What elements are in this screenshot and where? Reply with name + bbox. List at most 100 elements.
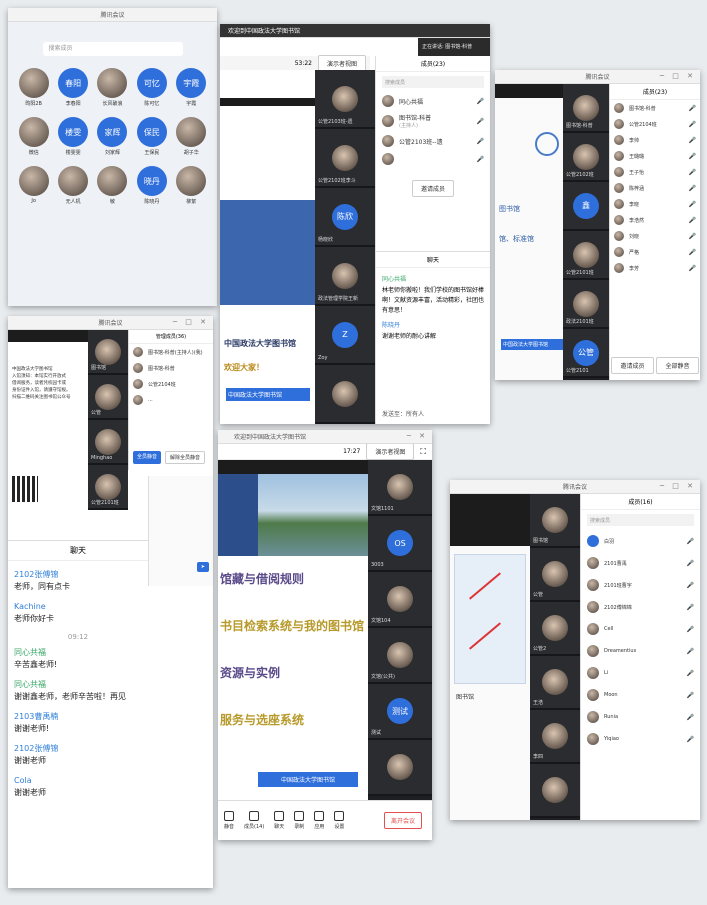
video-tile[interactable]: 王浩 <box>530 656 580 710</box>
settings-button[interactable]: 设置 <box>334 811 344 830</box>
member-cell[interactable]: 可忆 陈可忆 <box>132 68 171 107</box>
video-tile[interactable]: 图书馆 <box>530 494 580 548</box>
member-cell[interactable]: Jo <box>14 166 53 205</box>
mic-icon[interactable]: 🎤 <box>689 201 696 208</box>
video-tile[interactable]: 公管2101班 <box>563 231 609 280</box>
search-input[interactable]: 搜索成员 <box>382 76 484 88</box>
apps-button[interactable]: 应用 <box>314 811 324 830</box>
video-tile[interactable]: 政法管理学院王新 <box>315 247 375 306</box>
mic-icon[interactable]: 🎤 <box>689 105 696 112</box>
mic-icon[interactable]: 🎤 <box>687 714 694 721</box>
view-toggle-button[interactable]: 演示者视图 <box>317 54 366 72</box>
mute-all-button[interactable]: 全部静音 <box>656 357 699 374</box>
video-tile[interactable]: 公管2101班 <box>88 465 128 510</box>
member-row[interactable]: Cell 🎤 <box>581 618 700 640</box>
mic-icon[interactable]: 🎤 <box>689 185 696 192</box>
mic-icon[interactable]: 🎤 <box>689 169 696 176</box>
member-row[interactable]: 陈梓涵 🎤 <box>610 180 700 196</box>
invite-button[interactable]: 邀请成员 <box>611 357 654 374</box>
video-tile[interactable]: 公管 公管2101 <box>563 329 609 378</box>
video-tile[interactable]: Z Zoy <box>315 306 375 365</box>
member-row[interactable]: 2102傅锦锦 🎤 <box>581 596 700 618</box>
mic-icon[interactable]: 🎤 <box>687 582 694 589</box>
member-row[interactable]: 严格 🎤 <box>610 244 700 260</box>
video-tile[interactable]: Minghao <box>88 420 128 465</box>
member-cell[interactable]: 微信 <box>14 117 53 156</box>
member-cell[interactable]: 昀阳2B <box>14 68 53 107</box>
video-tile[interactable]: 图书馆-科普 <box>563 84 609 133</box>
member-cell[interactable]: 柳絮 <box>172 166 211 205</box>
video-tile[interactable]: 政法2101班 <box>563 280 609 329</box>
window-controls-icon[interactable]: ─ □ ✕ <box>660 482 696 490</box>
mic-icon[interactable]: 🎤 <box>687 670 694 677</box>
video-tile[interactable]: 公管 <box>88 375 128 420</box>
mic-icon[interactable]: 🎤 <box>477 138 484 145</box>
mute-button[interactable]: 静音 <box>224 811 234 830</box>
video-tile[interactable]: 测试 测试 <box>368 684 432 740</box>
mic-icon[interactable]: 🎤 <box>477 156 484 163</box>
video-tile[interactable] <box>368 740 432 796</box>
video-tile[interactable]: 公管2 <box>530 602 580 656</box>
window-controls-icon[interactable]: ─ □ ✕ <box>660 72 696 80</box>
fullscreen-icon[interactable]: ⛶ <box>420 447 426 457</box>
member-row[interactable]: 李晓 🎤 <box>610 196 700 212</box>
member-row[interactable]: Dreamentius 🎤 <box>581 640 700 662</box>
member-row[interactable]: 图书馆-科普 <box>129 360 213 376</box>
search-input[interactable]: 搜索成员 <box>42 42 183 56</box>
member-row[interactable]: 图书馆-科普(主持人)(我) <box>129 344 213 360</box>
video-tile[interactable] <box>530 764 580 818</box>
member-cell[interactable]: 家辉 刘家辉 <box>93 117 132 156</box>
record-button[interactable]: 录制 <box>294 811 304 830</box>
member-row[interactable]: 2101班曹宇 🎤 <box>581 574 700 596</box>
member-cell[interactable]: 楼雯 楼雯雯 <box>53 117 92 156</box>
member-row[interactable]: 王璐璐 🎤 <box>610 148 700 164</box>
mic-icon[interactable]: 🎤 <box>687 538 694 545</box>
member-cell[interactable]: 保民 王保民 <box>132 117 171 156</box>
window-controls-icon[interactable]: ─ □ ✕ <box>173 318 209 326</box>
mic-icon[interactable]: 🎤 <box>689 121 696 128</box>
mute-all-button[interactable]: 全员静音 <box>133 451 162 464</box>
video-tile[interactable]: 文馆104 <box>368 572 432 628</box>
video-tile[interactable]: 文馆1101 <box>368 460 432 516</box>
video-tile[interactable]: 鑫 <box>563 182 609 231</box>
member-row[interactable]: 同心共福 🎤 <box>376 92 490 110</box>
member-cell[interactable]: 胡子华 <box>172 117 211 156</box>
unmute-all-button[interactable]: 解除全员静音 <box>165 451 206 464</box>
member-cell[interactable]: 春阳 李春阳 <box>53 68 92 107</box>
mic-icon[interactable]: 🎤 <box>687 626 694 633</box>
video-tile[interactable]: 公管 <box>530 548 580 602</box>
video-tile[interactable]: 图书馆 <box>88 330 128 375</box>
member-cell[interactable]: 敏 <box>93 166 132 205</box>
video-tile[interactable]: 公管2102班 <box>563 133 609 182</box>
mic-icon[interactable]: 🎤 <box>689 265 696 272</box>
mic-icon[interactable]: 🎤 <box>477 98 484 105</box>
video-tile[interactable]: 陈欣 杨晓欣 <box>315 188 375 247</box>
member-row[interactable]: 李浩然 🎤 <box>610 212 700 228</box>
member-cell[interactable]: 长风破浪 <box>93 68 132 107</box>
mic-icon[interactable]: 🎤 <box>689 249 696 256</box>
member-cell[interactable]: 无人机 <box>53 166 92 205</box>
video-tile[interactable]: 公管2103班-遗 <box>315 70 375 129</box>
member-row[interactable]: Moon 🎤 <box>581 684 700 706</box>
search-input[interactable]: 搜索成员 <box>587 514 694 526</box>
mic-icon[interactable]: 🎤 <box>689 217 696 224</box>
member-row[interactable]: 图书馆-科普 (主持人) 🎤 <box>376 110 490 132</box>
invite-button[interactable]: 邀请成员 <box>411 180 454 197</box>
member-row[interactable]: 🎤 <box>376 150 490 168</box>
chat-button[interactable]: 聊天 <box>274 811 284 830</box>
mic-icon[interactable]: 🎤 <box>689 153 696 160</box>
member-row[interactable]: 公管2103班--遗 🎤 <box>376 132 490 150</box>
video-tile[interactable]: 李四 <box>530 710 580 764</box>
video-tile[interactable] <box>315 365 375 424</box>
member-row[interactable]: Li 🎤 <box>581 662 700 684</box>
member-cell[interactable]: 晓丹 陈晓丹 <box>132 166 171 205</box>
member-row[interactable]: 公管2104班 🎤 <box>610 116 700 132</box>
members-button[interactable]: 成员(14) <box>244 811 264 830</box>
member-row[interactable]: 2101曹禹 🎤 <box>581 552 700 574</box>
mic-icon[interactable]: 🎤 <box>687 560 694 567</box>
mic-icon[interactable]: 🎤 <box>689 233 696 240</box>
mic-icon[interactable]: 🎤 <box>687 604 694 611</box>
send-button[interactable]: ➤ <box>196 562 209 572</box>
member-row[interactable]: Yiqiao 🎤 <box>581 728 700 750</box>
send-to-selector[interactable]: 发送至：所有人 <box>382 409 424 418</box>
